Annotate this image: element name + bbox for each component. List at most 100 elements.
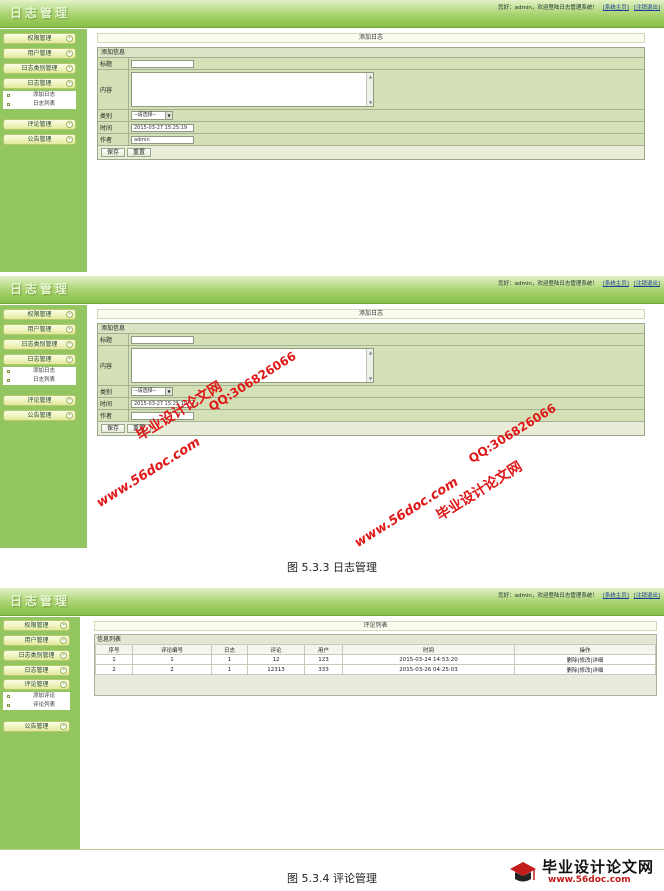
chevron-right-icon: » (66, 50, 73, 57)
menu-users[interactable]: 用户管理 » (3, 324, 76, 335)
table-cell: 1 (211, 654, 248, 665)
header-bar: 日志管理 您好：admin，欢迎登陆日志管理系统！ [系统主页] [注销退出] (0, 276, 664, 304)
menu-comments[interactable]: 评论管理 » (3, 679, 70, 690)
category-select[interactable]: --请选择-- ▼ (131, 111, 173, 120)
submenu-log-list[interactable]: 日志列表 (3, 100, 76, 109)
menu-log-category[interactable]: 日志类别管理 » (3, 63, 76, 74)
table-cell: 1 (95, 654, 133, 665)
form-row-author: 作者 admin (98, 134, 644, 146)
chevron-right-icon: » (66, 412, 73, 419)
menu-label: 公告管理 (27, 136, 52, 143)
menu-comments[interactable]: 评论管理 » (3, 119, 76, 130)
home-link[interactable]: [系统主页] (603, 281, 629, 287)
form-row-content: 内容 ▲ ▼ (98, 70, 644, 110)
menu-label: 用户管理 (27, 326, 52, 333)
chevron-right-icon: » (60, 637, 67, 644)
reset-button[interactable]: 重置 (127, 148, 152, 157)
column-header: 评论编号 (132, 644, 212, 655)
time-input[interactable]: 2015-03-27 15:25:19 (131, 123, 194, 132)
menu-label: 用户管理 (27, 50, 52, 57)
table-cell: 2015-03-26 04:25:03 (342, 664, 515, 675)
menu-permission[interactable]: 权限管理 » (3, 620, 70, 631)
field-label: 内容 (98, 346, 129, 385)
chevron-right-icon: » (60, 652, 67, 659)
submenu-add-comment[interactable]: 添加评论 (3, 692, 70, 701)
table-cell: 2015-03-24 14:53:20 (342, 654, 515, 665)
menu-label: 日志管理 (24, 667, 49, 674)
table-cell: 1 (132, 654, 212, 665)
submenu-add-log[interactable]: 添加日志 (3, 91, 76, 100)
field-label: 类别 (98, 110, 129, 121)
app-logo: 日志管理 (10, 282, 71, 296)
arrow-up-icon[interactable]: ▲ (368, 350, 373, 355)
column-header: 用户 (304, 644, 343, 655)
logout-link[interactable]: [注销退出] (634, 593, 660, 599)
arrow-up-icon[interactable]: ▲ (368, 74, 373, 79)
save-button[interactable]: 保存 (101, 424, 126, 433)
brand-url: www.56doc.com (548, 875, 631, 885)
table-cell: 2 (95, 664, 133, 675)
menu-log-category[interactable]: 日志类别管理 » (3, 339, 76, 350)
submenu-log-list[interactable]: 日志列表 (3, 376, 76, 385)
field-label: 类别 (98, 386, 129, 397)
field-label: 时间 (98, 122, 129, 133)
menu-users[interactable]: 用户管理 » (3, 48, 76, 59)
category-select[interactable]: --请选择-- ▼ (131, 387, 173, 396)
log-submenu: 添加日志 日志列表 (3, 367, 76, 385)
form-row-category: 类别 --请选择-- ▼ (98, 110, 644, 122)
chevron-right-icon: » (66, 121, 73, 128)
page-title: 添加日志 (97, 33, 645, 43)
row-actions[interactable]: 删除|修改|详细 (514, 664, 656, 675)
chevron-right-icon: » (66, 65, 73, 72)
menu-log[interactable]: 日志管理 » (3, 78, 76, 89)
chevron-right-icon: » (66, 356, 73, 363)
chevron-right-icon: » (66, 136, 73, 143)
field-label: 标题 (98, 58, 129, 69)
home-link[interactable]: [系统主页] (603, 5, 629, 11)
add-log-form: 添加信息 标题 内容 ▲ ▼ 类别 --请选择-- ▼ 时间 2015-03-27 … (97, 47, 645, 160)
arrow-down-icon[interactable]: ▼ (368, 376, 373, 381)
menu-comments[interactable]: 评论管理 » (3, 395, 76, 406)
chevron-right-icon: » (66, 311, 73, 318)
table-row: 2 2 1 12313 333 2015-03-26 04:25:03 删除|修… (95, 664, 656, 675)
field-label: 时间 (98, 398, 129, 409)
title-input[interactable] (131, 59, 194, 68)
screenshot-add-log-watermarked: 日志管理 您好：admin，欢迎登陆日志管理系统！ [系统主页] [注销退出] … (0, 276, 664, 548)
menu-permission[interactable]: 权限管理 » (3, 309, 76, 320)
chevron-right-icon: » (66, 397, 73, 404)
sidebar: 权限管理 » 用户管理 » 日志类别管理 » 日志管理 » 添加日志 日志列表 评论管理… (0, 305, 87, 548)
title-input[interactable] (131, 335, 194, 344)
menu-users[interactable]: 用户管理 » (3, 635, 70, 646)
brand-title: 毕业设计论文网 (542, 858, 655, 876)
scrollbar[interactable]: ▲ ▼ (366, 349, 373, 382)
table-cell: 123 (304, 654, 343, 665)
menu-log[interactable]: 日志管理 » (3, 665, 70, 676)
greeting-text: 您好：admin，欢迎登陆日志管理系统！ (498, 5, 598, 11)
home-link[interactable]: [系统主页] (603, 593, 629, 599)
submenu-comment-list[interactable]: 评论列表 (3, 701, 70, 710)
form-title: 添加信息 (98, 48, 644, 58)
menu-notice[interactable]: 公告管理 » (3, 721, 70, 732)
screenshot-add-log: 日志管理 您好：admin，欢迎登陆日志管理系统！ [系统主页] [注销退出] … (0, 0, 664, 272)
scrollbar[interactable]: ▲ ▼ (366, 73, 373, 106)
table-header-row: 序号 评论编号 日志 评论 用户 时间 操作 (95, 644, 656, 655)
menu-notice[interactable]: 公告管理 » (3, 410, 76, 421)
app-logo: 日志管理 (10, 6, 71, 20)
row-actions[interactable]: 删除|修改|详细 (514, 654, 656, 665)
table-cell: 12313 (247, 664, 305, 675)
menu-permission[interactable]: 权限管理 » (3, 33, 76, 44)
chevron-right-icon: » (66, 326, 73, 333)
logout-link[interactable]: [注销退出] (634, 5, 660, 11)
logout-link[interactable]: [注销退出] (634, 281, 660, 287)
menu-log[interactable]: 日志管理 » (3, 354, 76, 365)
content-textarea[interactable]: ▲ ▼ (131, 72, 374, 107)
arrow-down-icon[interactable]: ▼ (368, 100, 373, 105)
menu-notice[interactable]: 公告管理 » (3, 134, 76, 145)
submenu-add-log[interactable]: 添加日志 (3, 367, 76, 376)
menu-log-category[interactable]: 日志类别管理 » (3, 650, 70, 661)
form-row-category: 类别 --请选择-- ▼ (98, 386, 644, 398)
author-input[interactable]: admin (131, 135, 194, 144)
log-submenu: 添加日志 日志列表 (3, 91, 76, 109)
menu-label: 日志类别管理 (21, 341, 58, 348)
save-button[interactable]: 保存 (101, 148, 126, 157)
